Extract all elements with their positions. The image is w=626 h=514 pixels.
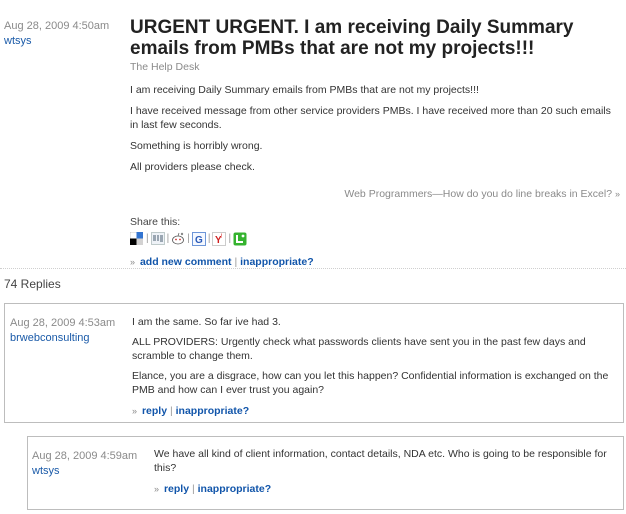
post-date: Aug 28, 2009 4:50am — [4, 20, 110, 32]
share-icons: | | | G | Y! | — [129, 230, 620, 246]
inappropriate-link[interactable]: inappropriate? — [176, 405, 250, 417]
next-thread-link[interactable]: How do you do line breaks in Excel? — [443, 188, 612, 200]
nav-arrow-icon: » — [614, 189, 620, 199]
separator: | — [187, 232, 190, 244]
inappropriate-link[interactable]: inappropriate? — [240, 256, 314, 268]
section-divider — [0, 268, 626, 269]
arrow-icon: » — [154, 484, 160, 494]
separator: | — [146, 232, 149, 244]
thread-navigation: Web Programmers—How do you do line break… — [130, 188, 620, 200]
reply-paragraph: We have all kind of client information, … — [154, 448, 607, 474]
reply-author-link[interactable]: brwebconsulting — [10, 332, 115, 344]
action-separator: | — [169, 405, 173, 417]
post-author-link[interactable]: wtsys — [4, 35, 126, 47]
separator: | — [166, 232, 170, 244]
reply-paragraph: Elance, you are a disgrace, how can you … — [132, 370, 609, 396]
reply-comment: Aug 28, 2009 4:59am wtsys We have all ki… — [27, 436, 624, 510]
reply-body: I am the same. So far ive had 3. ALL PRO… — [132, 315, 620, 417]
forum-post: Aug 28, 2009 4:50am wtsys URGENT URGENT.… — [0, 0, 626, 268]
reply-link[interactable]: reply — [164, 483, 189, 495]
share-label: Share this: — [130, 216, 181, 228]
post-body: URGENT URGENT. I am receiving Daily Summ… — [129, 17, 620, 268]
reply-actions: » reply | inappropriate? — [154, 483, 619, 495]
separator: | — [207, 232, 211, 244]
svg-text:G: G — [195, 235, 203, 246]
arrow-icon: » — [132, 406, 138, 416]
reply-meta: Aug 28, 2009 4:53am brwebconsulting — [10, 317, 115, 344]
post-title: URGENT URGENT. I am receiving Daily Summ… — [130, 17, 574, 59]
reply-date: Aug 28, 2009 4:59am — [32, 450, 138, 462]
reply-paragraph: ALL PROVIDERS: Urgently check what passw… — [132, 336, 586, 362]
nav-dash: — — [432, 188, 443, 200]
action-separator: | — [234, 256, 238, 268]
separator: | — [228, 232, 232, 244]
post-paragraph: Something is horribly wrong. — [130, 140, 263, 152]
post-meta: Aug 28, 2009 4:50am wtsys — [4, 20, 126, 47]
reddit-icon[interactable] — [171, 232, 185, 245]
post-actions: » add new comment | inappropriate? — [130, 256, 620, 268]
replies-count: 74 Replies — [4, 277, 61, 291]
post-paragraph: I have received message from other servi… — [130, 105, 611, 131]
google-icon[interactable]: G — [191, 231, 206, 246]
add-comment-link[interactable]: add new comment — [140, 256, 232, 268]
post-paragraph: I am receiving Daily Summary emails from… — [130, 84, 479, 96]
prev-thread-link[interactable]: Web Programmers — [344, 188, 432, 200]
digg-icon[interactable] — [150, 231, 165, 245]
arrow-icon: » — [130, 257, 136, 267]
inappropriate-link[interactable]: inappropriate? — [198, 483, 272, 495]
delicious-icon[interactable] — [129, 231, 144, 245]
reply-link[interactable]: reply — [142, 405, 167, 417]
reply-comment: Aug 28, 2009 4:53am brwebconsulting I am… — [4, 303, 624, 423]
action-separator: | — [191, 483, 195, 495]
post-paragraph: All providers please check. — [130, 161, 255, 173]
reply-actions: » reply | inappropriate? — [132, 405, 620, 417]
reply-body: We have all kind of client information, … — [154, 447, 619, 495]
post-category: The Help Desk — [130, 61, 620, 73]
reply-paragraph: I am the same. So far ive had 3. — [132, 316, 281, 328]
reply-author-link[interactable]: wtsys — [32, 465, 137, 477]
reply-date: Aug 28, 2009 4:53am — [10, 317, 116, 329]
category-link[interactable]: The Help Desk — [130, 61, 199, 73]
yahoo-icon[interactable]: Y! — [212, 231, 227, 246]
technorati-icon[interactable] — [233, 232, 247, 245]
reply-meta: Aug 28, 2009 4:59am wtsys — [32, 450, 137, 477]
